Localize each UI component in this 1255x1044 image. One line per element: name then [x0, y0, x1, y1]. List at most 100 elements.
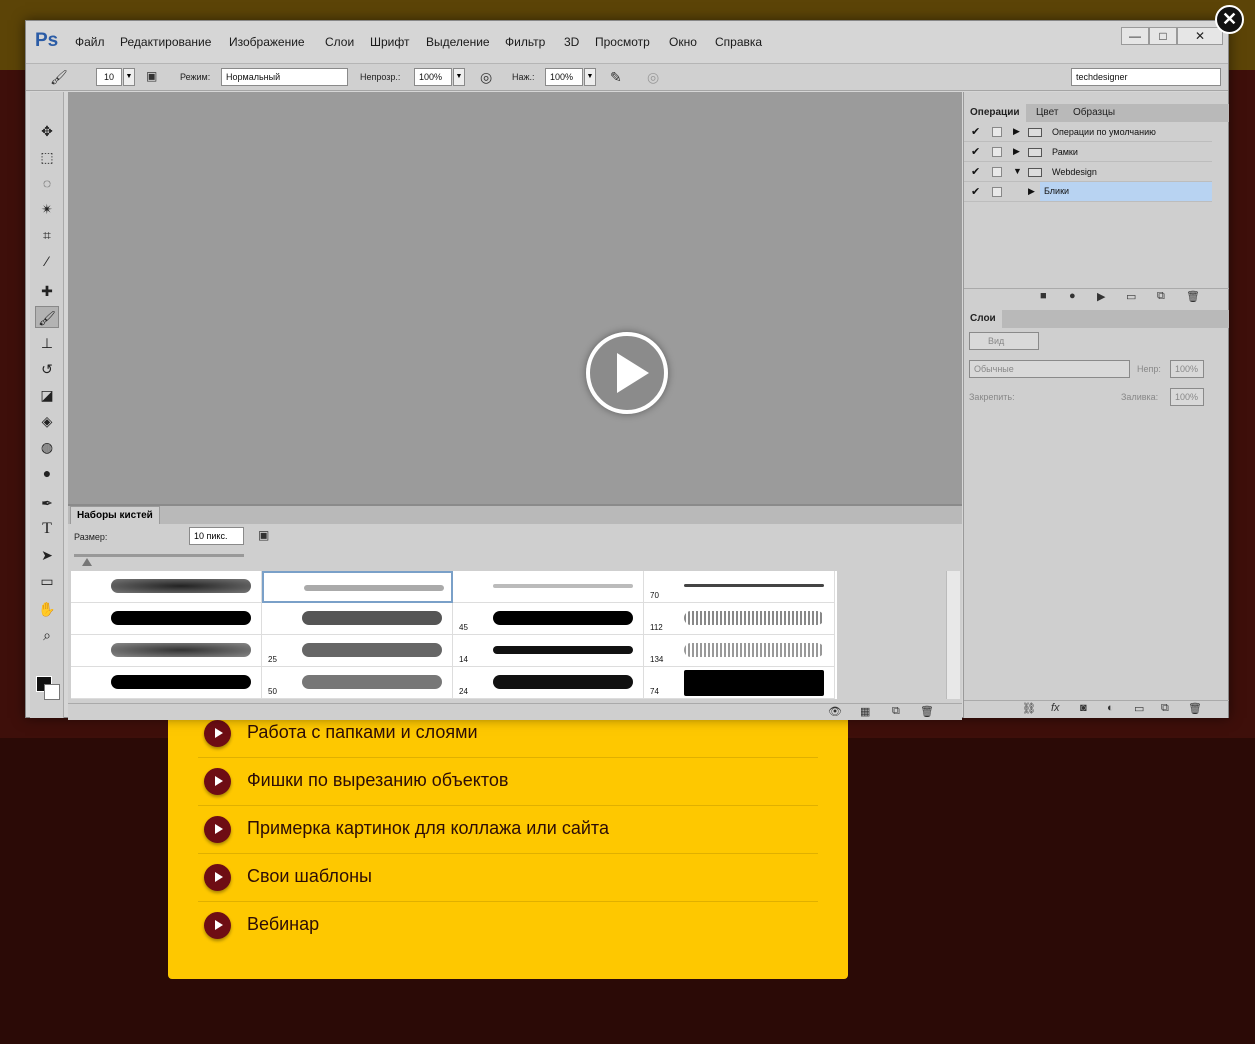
workspace-select[interactable]: techdesigner — [1071, 68, 1221, 86]
chevron-right-icon[interactable]: ▶ — [1028, 186, 1035, 197]
pressure-size-icon[interactable]: ◎ — [647, 69, 659, 86]
chevron-right-icon[interactable]: ▶ — [1013, 126, 1020, 137]
airbrush-icon[interactable]: ✎ — [610, 69, 622, 86]
brush-preset[interactable] — [262, 571, 453, 603]
path-select-icon[interactable]: ➤ — [35, 544, 59, 566]
check-icon[interactable]: ✔ — [971, 165, 980, 178]
menu-filter[interactable]: Фильтр — [505, 35, 545, 49]
brush-icon[interactable]: 🖌 — [50, 69, 68, 86]
toggle-visibility-icon[interactable]: 👁 — [828, 705, 842, 718]
chevron-down-icon[interactable]: ▼ — [453, 68, 465, 86]
mask-icon[interactable]: ◙ — [1080, 702, 1087, 714]
background-color-swatch[interactable] — [44, 684, 60, 700]
type-tool-icon[interactable]: T — [35, 518, 59, 540]
new-action-icon[interactable]: ⧉ — [1157, 290, 1165, 303]
fill-input[interactable]: 100% — [1170, 388, 1204, 406]
hand-tool-icon[interactable]: ✋ — [35, 598, 59, 620]
slider-handle[interactable] — [82, 558, 92, 566]
menu-type[interactable]: Шрифт — [370, 35, 409, 49]
folder-icon[interactable]: ▭ — [1126, 290, 1136, 303]
tab-layers[interactable]: Слои — [964, 310, 1002, 328]
adjustment-icon[interactable]: ◐ — [1107, 702, 1114, 714]
brush-size-preview[interactable]: 10 — [96, 68, 122, 86]
brush-preset[interactable] — [71, 571, 262, 603]
brush-panel-icon[interactable]: ▣ — [258, 528, 269, 542]
chevron-down-icon[interactable]: ▼ — [584, 68, 596, 86]
crop-tool-icon[interactable]: ⌗ — [35, 224, 59, 246]
menu-select[interactable]: Выделение — [426, 35, 490, 49]
new-layer-icon[interactable]: ⧉ — [1161, 702, 1169, 715]
play-icon[interactable]: ▶ — [1097, 290, 1105, 303]
dialog-toggle[interactable] — [992, 127, 1002, 137]
layer-opacity-input[interactable]: 100% — [1170, 360, 1204, 378]
brush-preset[interactable] — [262, 603, 453, 635]
grid-scrollbar[interactable] — [946, 571, 960, 699]
magic-wand-tool-icon[interactable]: ✴ — [35, 198, 59, 220]
move-tool-icon[interactable]: ✥ — [35, 120, 59, 142]
chevron-down-icon[interactable]: ▼ — [1013, 166, 1022, 176]
tab-swatches[interactable]: Образцы — [1067, 104, 1121, 122]
canvas-area[interactable] — [68, 92, 962, 504]
brush-preset[interactable]: 50 — [262, 667, 453, 699]
check-icon[interactable]: ✔ — [971, 125, 980, 138]
shape-tool-icon[interactable]: ▭ — [35, 570, 59, 592]
brush-preset[interactable]: 134 — [644, 635, 835, 667]
dialog-toggle[interactable] — [992, 187, 1002, 197]
flow-input[interactable]: 100% — [545, 68, 583, 86]
layer-filter-select[interactable]: Вид — [969, 332, 1039, 350]
trash-icon[interactable]: 🗑 — [920, 705, 934, 718]
menu-image[interactable]: Изображение — [229, 35, 305, 49]
action-set-row[interactable]: ✔ ▼ Webdesign — [964, 162, 1212, 182]
marquee-tool-icon[interactable]: ⬚ — [35, 146, 59, 168]
blur-tool-icon[interactable]: ◍ — [35, 436, 59, 458]
pressure-opacity-icon[interactable]: ◎ — [480, 69, 492, 86]
maximize-button[interactable]: □ — [1149, 27, 1177, 45]
dialog-toggle[interactable] — [992, 147, 1002, 157]
action-set-row[interactable]: ✔ ▶ Операции по умолчанию — [964, 122, 1212, 142]
play-icon[interactable] — [586, 332, 668, 414]
check-icon[interactable]: ✔ — [971, 145, 980, 158]
pen-tool-icon[interactable]: ✒ — [35, 492, 59, 514]
menu-window[interactable]: Окно — [669, 35, 697, 49]
zoom-tool-icon[interactable]: ⌕ — [35, 624, 59, 646]
eyedropper-tool-icon[interactable]: ⁄ — [35, 250, 59, 272]
dodge-tool-icon[interactable]: ● — [35, 462, 59, 484]
opacity-input[interactable]: 100% — [414, 68, 452, 86]
brush-preset[interactable]: 25 — [262, 635, 453, 667]
eraser-tool-icon[interactable]: ◪ — [35, 384, 59, 406]
brush-preset[interactable] — [71, 667, 262, 699]
brush-panel-icon[interactable]: ▣ — [146, 69, 157, 83]
lightbox-close-button[interactable]: ✕ — [1215, 5, 1244, 34]
tab-brush-presets[interactable]: Наборы кистей — [70, 506, 160, 524]
tab-color[interactable]: Цвет — [1030, 104, 1064, 122]
link-icon[interactable]: ⛓ — [1022, 702, 1036, 715]
menu-3d[interactable]: 3D — [564, 35, 579, 49]
tab-actions[interactable]: Операции — [964, 104, 1026, 122]
record-icon[interactable]: ● — [1069, 290, 1076, 302]
dialog-toggle[interactable] — [992, 167, 1002, 177]
stop-icon[interactable]: ■ — [1040, 290, 1047, 302]
chevron-right-icon[interactable]: ▶ — [1013, 146, 1020, 157]
minimize-button[interactable]: — — [1121, 27, 1149, 45]
menu-layers[interactable]: Слои — [325, 35, 354, 49]
brush-preset[interactable]: 24 — [453, 667, 644, 699]
brush-preset[interactable]: 74 — [644, 667, 835, 699]
brush-preset[interactable]: 70 — [644, 571, 835, 603]
size-input[interactable]: 10 пикс. — [189, 527, 244, 545]
folder-icon[interactable]: ▭ — [1134, 702, 1144, 715]
blend-mode-select[interactable]: Обычные — [969, 360, 1130, 378]
check-icon[interactable]: ✔ — [971, 185, 980, 198]
healing-tool-icon[interactable]: ✚ — [35, 280, 59, 302]
brush-tool-icon[interactable]: 🖌 — [35, 306, 59, 328]
action-set-row[interactable]: ✔ ▶ Рамки — [964, 142, 1212, 162]
paint-bucket-icon[interactable]: ◈ — [35, 410, 59, 432]
history-brush-icon[interactable]: ↺ — [35, 358, 59, 380]
lasso-tool-icon[interactable]: ◌ — [35, 172, 59, 194]
menu-view[interactable]: Просмотр — [595, 35, 650, 49]
brush-preset[interactable] — [71, 635, 262, 667]
menu-help[interactable]: Справка — [715, 35, 762, 49]
brush-preset[interactable] — [71, 603, 262, 635]
brush-preset[interactable]: 45 — [453, 603, 644, 635]
grid-view-icon[interactable]: ▦ — [860, 705, 870, 718]
fx-icon[interactable]: fx — [1051, 702, 1060, 714]
